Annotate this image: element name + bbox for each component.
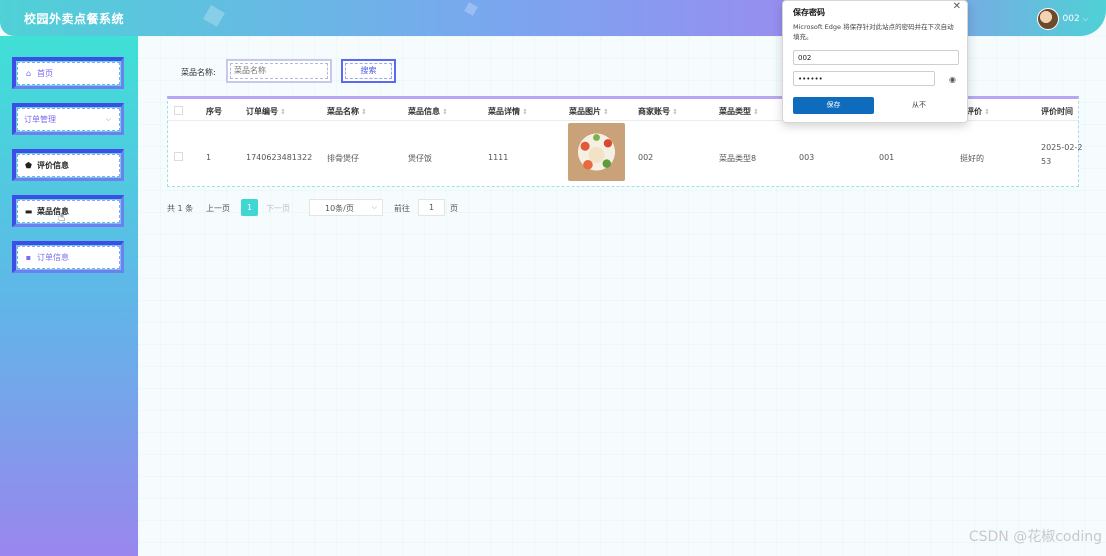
search-button[interactable]: 搜索 [341, 59, 396, 83]
menu-inner[interactable]: ⌂ 首页 [17, 62, 120, 85]
header-decoration [203, 5, 225, 27]
column-header[interactable]: 菜品信息 ⇕ [408, 106, 448, 117]
menu-inner[interactable]: ▬ 菜品信息 [17, 200, 120, 223]
save-button[interactable]: 保存 [793, 97, 874, 114]
cell-merchant: 002 [638, 153, 654, 162]
column-header[interactable]: 菜品类型 ⇕ [719, 106, 759, 117]
pagination-goto-label: 前往 [394, 204, 410, 213]
dish-image[interactable] [568, 123, 625, 181]
column-header[interactable]: 订单编号 ⇕ [246, 106, 286, 117]
sort-icon: ⇕ [522, 108, 528, 116]
row-checkbox[interactable] [174, 152, 183, 161]
sidebar-item-label: 首页 [37, 69, 53, 78]
cell-col10: 001 [879, 153, 895, 162]
note-icon: ▪ [25, 253, 32, 262]
chevron-down-icon: ⌵ [105, 115, 111, 123]
cell-order-no: 1740623481322 [246, 153, 313, 162]
page-size-value: 10条/页 [325, 204, 354, 213]
watermark: CSDN @花椒coding [968, 529, 1102, 545]
pentagon-icon: ⬟ [25, 161, 32, 170]
sidebar-item-label: 订单管理 [24, 115, 56, 124]
column-header[interactable]: 评价时间 [1041, 106, 1073, 117]
sort-icon: ⇕ [672, 108, 678, 116]
cell-index: 1 [206, 153, 212, 162]
column-header[interactable]: 菜品图片 ⇕ [569, 106, 609, 117]
sidebar-item-home[interactable]: ⌂ 首页 [12, 57, 124, 89]
sidebar-item-reviews[interactable]: ⬟ 评价信息 [12, 149, 124, 181]
pagination-prev[interactable]: 上一页 [206, 203, 230, 214]
sidebar-item-label: 订单信息 [37, 253, 69, 262]
select-all-checkbox[interactable] [174, 106, 183, 115]
search-field[interactable] [226, 59, 332, 83]
pagination-total: 共 1 条 [167, 204, 194, 213]
user-menu[interactable]: 002 ⌵ [1036, 8, 1088, 30]
app-title: 校园外卖点餐系统 [24, 12, 125, 26]
cell-dish-type: 菜品类型8 [719, 154, 757, 163]
pagination-current-page[interactable]: 1 [241, 199, 258, 216]
sidebar-item-label: 评价信息 [37, 161, 69, 170]
cell-dish-detail: 1111 [488, 153, 509, 162]
sort-icon: ⇕ [361, 108, 367, 116]
eye-icon[interactable]: ◉ [949, 75, 956, 84]
cell-review-time-cont: 53 [1041, 157, 1052, 166]
username-field[interactable]: 002 [793, 50, 959, 65]
column-header[interactable]: 评价 ⇕ [966, 106, 990, 117]
search-label: 菜品名称: [181, 68, 216, 77]
menu-inner[interactable]: 订单管理 ⌵ [17, 108, 120, 131]
cell-review: 挺好的 [960, 154, 984, 163]
pagination-goto-input[interactable]: 1 [418, 199, 445, 216]
popup-title: 保存密码 [793, 8, 825, 17]
page-size-select[interactable]: 10条/页 ⌵ [309, 199, 383, 216]
sidebar-item-dishes[interactable]: ▬ 菜品信息 [12, 195, 124, 227]
cell-review-time: 2025-02-2 [1041, 143, 1083, 152]
sort-icon: ⇕ [442, 108, 448, 116]
chevron-down-icon: ⌵ [371, 203, 377, 211]
avatar[interactable] [1036, 8, 1059, 30]
folder-icon: ▬ [24, 207, 33, 216]
column-header[interactable]: 菜品名称 ⇕ [327, 106, 367, 117]
chevron-down-icon[interactable]: ⌵ [1083, 15, 1088, 24]
header-decoration [464, 2, 478, 16]
sort-icon: ⇕ [603, 108, 609, 116]
sort-icon: ⇕ [280, 108, 286, 116]
column-header[interactable]: 商家账号 ⇕ [638, 106, 678, 117]
cell-col9: 003 [799, 153, 815, 162]
save-password-popup: 保存密码 ✕ Microsoft Edge 将保存针对此站点的密码并在下次自动填… [782, 0, 968, 123]
sidebar-item-order-info[interactable]: ▪ 订单信息 [12, 241, 124, 273]
sidebar-item-order-management[interactable]: 订单管理 ⌵ [12, 103, 124, 135]
menu-inner[interactable]: ⬟ 评价信息 [17, 154, 120, 177]
hand-cursor-icon: ☝ [58, 210, 66, 224]
pagination-next[interactable]: 下一页 [266, 203, 290, 214]
column-header[interactable]: 菜品详情 ⇕ [488, 106, 528, 117]
password-field[interactable]: •••••• [793, 71, 935, 86]
menu-inner[interactable]: ▪ 订单信息 [17, 246, 120, 269]
column-header: 序号 [206, 107, 222, 116]
sort-icon: ⇕ [984, 108, 990, 116]
cell-dish-info: 煲仔饭 [408, 154, 432, 163]
sort-icon: ⇕ [753, 108, 759, 116]
popup-description: Microsoft Edge 将保存针对此站点的密码并在下次自动填充。 [793, 23, 954, 41]
cell-dish-name: 排骨煲仔 [327, 154, 359, 163]
never-button[interactable]: 从不 [880, 97, 958, 114]
user-name[interactable]: 002 [1063, 14, 1080, 24]
pagination-page-suffix: 页 [450, 204, 458, 213]
close-icon[interactable]: ✕ [953, 1, 961, 12]
home-icon: ⌂ [25, 69, 32, 78]
search-input[interactable] [234, 66, 324, 75]
